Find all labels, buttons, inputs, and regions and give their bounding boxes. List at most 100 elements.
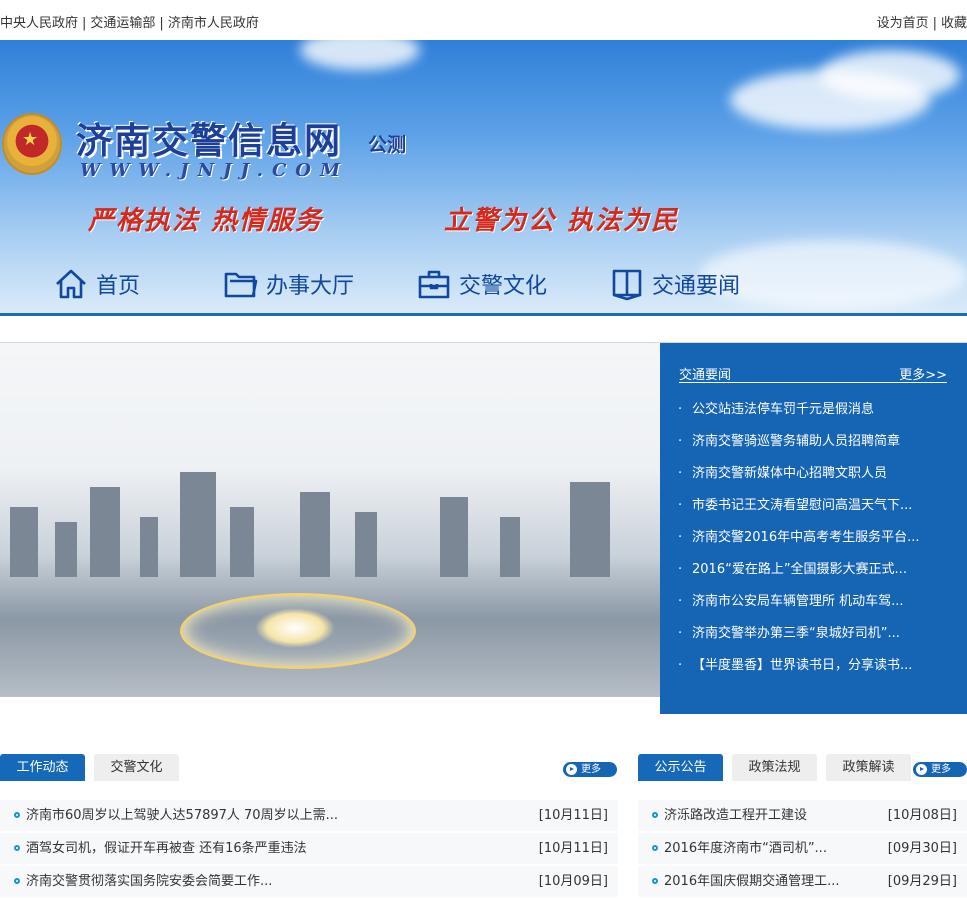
- cloud: [820, 50, 960, 100]
- table-row[interactable]: 2016年国庆假期交通管理工... [09月29日]: [638, 866, 967, 899]
- gov-links: 中央人民政府 | 交通运输部 | 济南市人民政府: [0, 12, 259, 31]
- tab-work-news[interactable]: 工作动态: [0, 754, 85, 781]
- row-title[interactable]: 济南交警贯彻落实国务院安委会简要工作...: [26, 874, 272, 889]
- building: [355, 512, 377, 577]
- nav-label: 办事大厅: [266, 274, 355, 299]
- bullet: ·: [678, 498, 683, 513]
- list-item[interactable]: · 济南交警2016年中高考考生服务平台...: [678, 527, 958, 559]
- building: [140, 517, 158, 577]
- table-row[interactable]: 济南交警贯彻落实国务院安委会简要工作... [10月09日]: [0, 866, 618, 899]
- right-more-button[interactable]: 更多: [913, 762, 967, 777]
- police-emblem-icon: [4, 115, 60, 173]
- tab-policy-interpretation[interactable]: 政策解读: [826, 754, 911, 781]
- row-date: [10月09日]: [538, 874, 608, 889]
- news-link[interactable]: 济南交警2016年中高考考生服务平台...: [692, 530, 919, 545]
- bullet: ·: [678, 658, 683, 673]
- nav-divider: [0, 313, 967, 316]
- row-title[interactable]: 济南市60周岁以上驾驶人达57897人 70周岁以上需...: [26, 808, 338, 823]
- bullet: ·: [678, 530, 683, 545]
- panel-title[interactable]: 交通要闻: [679, 368, 731, 383]
- building: [90, 487, 120, 577]
- folder-icon: [224, 272, 258, 298]
- more-link[interactable]: 更多>>: [899, 364, 947, 383]
- news-link[interactable]: 济南交警骑巡警务辅助人员招聘简章: [692, 434, 900, 449]
- building: [55, 522, 77, 577]
- row-title[interactable]: 济泺路改造工程开工建设: [664, 808, 807, 823]
- more-label: 更多: [581, 764, 601, 775]
- beta-tag: 公测: [368, 134, 407, 156]
- list-item[interactable]: · 2016“爱在路上”全国摄影大赛正式...: [678, 559, 958, 591]
- building: [180, 472, 216, 577]
- list-item[interactable]: · 济南交警举办第三季“泉城好司机”...: [678, 623, 958, 655]
- separator: |: [932, 16, 937, 31]
- top-bar: 中央人民政府 | 交通运输部 | 济南市人民政府 设为首页 | 收藏: [0, 0, 967, 40]
- news-link[interactable]: 公交站违法停车罚千元是假消息: [692, 402, 874, 417]
- tab-announcements[interactable]: 公示公告: [638, 754, 723, 781]
- row-title[interactable]: 2016年度济南市“酒司机”...: [664, 841, 827, 856]
- list-item[interactable]: · 济南交警骑巡警务辅助人员招聘简章: [678, 431, 958, 463]
- bookmark-link[interactable]: 收藏: [941, 16, 967, 31]
- slogan-left: 严格执法 热情服务: [88, 206, 324, 236]
- slogan-right: 立警为公 执法为民: [444, 206, 680, 236]
- bullet: ·: [678, 626, 683, 641]
- nav-label: 首页: [96, 274, 141, 299]
- utility-links: 设为首页 | 收藏: [877, 12, 967, 31]
- building: [10, 507, 38, 577]
- nav-home[interactable]: 首页: [54, 262, 140, 306]
- bullet: ·: [678, 562, 683, 577]
- building: [570, 482, 610, 577]
- bullet-icon: [652, 845, 658, 851]
- cloud: [300, 40, 420, 70]
- news-link[interactable]: 2016“爱在路上”全国摄影大赛正式...: [692, 562, 907, 577]
- news-link[interactable]: 【半度墨香】世界读书日，分享读书...: [692, 658, 912, 673]
- panel-header: 交通要闻 更多>>: [679, 364, 947, 383]
- link-central-gov[interactable]: 中央人民政府: [0, 16, 78, 31]
- briefcase-icon: [418, 270, 450, 299]
- site-banner: 济南交警信息网 公测 WWW.JNJJ.COM 严格执法 热情服务 立警为公 执…: [0, 40, 967, 316]
- building: [300, 492, 330, 577]
- set-homepage-link[interactable]: 设为首页: [877, 16, 929, 31]
- link-jinan-gov[interactable]: 济南市人民政府: [168, 16, 259, 31]
- nav-traffic-news[interactable]: 交通要闻: [610, 262, 740, 306]
- list-item[interactable]: · 市委书记王文涛看望慰问高温天气下...: [678, 495, 958, 527]
- table-row[interactable]: 济泺路改造工程开工建设 [10月08日]: [638, 800, 967, 833]
- news-link[interactable]: 济南交警新媒体中心招聘文职人员: [692, 466, 887, 481]
- building: [440, 497, 468, 577]
- row-title[interactable]: 酒驾女司机，假证开车再被查 还有16条严重违法: [26, 841, 307, 856]
- more-label: 更多: [931, 764, 951, 775]
- news-link[interactable]: 济南交警举办第三季“泉城好司机”...: [692, 626, 900, 641]
- row-title[interactable]: 2016年国庆假期交通管理工...: [664, 874, 839, 889]
- news-link[interactable]: 济南市公安局车辆管理所 机动车驾...: [692, 594, 904, 609]
- bullet-icon: [14, 812, 20, 818]
- list-item[interactable]: · 公交站违法停车罚千元是假消息: [678, 399, 958, 431]
- nav-service-hall[interactable]: 办事大厅: [224, 262, 354, 306]
- link-ministry-transport[interactable]: 交通运输部: [90, 16, 155, 31]
- list-item[interactable]: · 【半度墨香】世界读书日，分享读书...: [678, 655, 958, 687]
- row-date: [10月11日]: [538, 841, 608, 856]
- nav-label: 交警文化: [459, 274, 548, 299]
- row-date: [09月29日]: [887, 874, 957, 889]
- row-date: [10月08日]: [887, 808, 957, 823]
- table-row[interactable]: 酒驾女司机，假证开车再被查 还有16条严重违法 [10月11日]: [0, 833, 618, 866]
- bullet-icon: [14, 845, 20, 851]
- tab-police-culture[interactable]: 交警文化: [94, 754, 179, 781]
- nav-label: 交通要闻: [652, 274, 741, 299]
- left-more-button[interactable]: 更多: [563, 762, 617, 777]
- separator: |: [82, 16, 87, 31]
- news-list: · 公交站违法停车罚千元是假消息 · 济南交警骑巡警务辅助人员招聘简章 · 济南交警新…: [678, 399, 958, 687]
- bullet: ·: [678, 402, 683, 417]
- city-square-photo[interactable]: [0, 343, 660, 697]
- table-row[interactable]: 济南市60周岁以上驾驶人达57897人 70周岁以上需... [10月11日]: [0, 800, 618, 833]
- list-item[interactable]: · 济南市公安局车辆管理所 机动车驾...: [678, 591, 958, 623]
- site-domain: WWW.JNJJ.COM: [80, 160, 349, 181]
- bullet: ·: [678, 466, 683, 481]
- tab-policy-laws[interactable]: 政策法规: [732, 754, 817, 781]
- play-icon: [566, 764, 577, 775]
- bullet: ·: [678, 594, 683, 609]
- table-row[interactable]: 2016年度济南市“酒司机”... [09月30日]: [638, 833, 967, 866]
- separator: |: [159, 16, 164, 31]
- list-item[interactable]: · 济南交警新媒体中心招聘文职人员: [678, 463, 958, 495]
- news-link[interactable]: 市委书记王文涛看望慰问高温天气下...: [692, 498, 912, 513]
- bullet: ·: [678, 434, 683, 449]
- nav-police-culture[interactable]: 交警文化: [417, 262, 547, 306]
